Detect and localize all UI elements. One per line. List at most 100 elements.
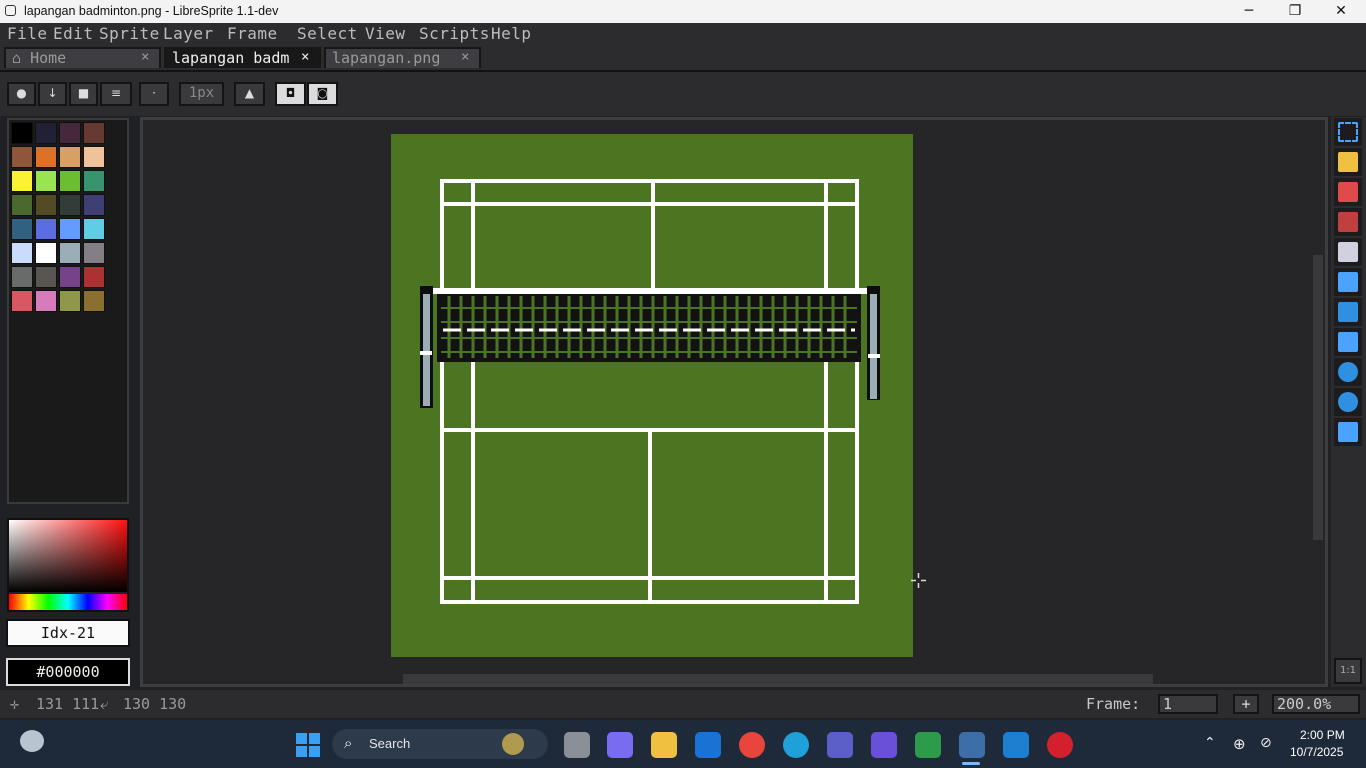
paint-bucket-icon[interactable] bbox=[1334, 298, 1362, 326]
palette-swatch[interactable] bbox=[11, 122, 33, 144]
app-icon-1[interactable] bbox=[871, 732, 897, 758]
move-icon[interactable] bbox=[1334, 268, 1362, 296]
taskbar-search-box[interactable]: ⌕ Search bbox=[332, 729, 548, 759]
frame-field[interactable]: 1 bbox=[1158, 694, 1218, 714]
palette-swatch[interactable] bbox=[83, 170, 105, 192]
minimize-button[interactable]: ─ bbox=[1226, 0, 1272, 23]
libresprite-taskbar-icon[interactable] bbox=[959, 732, 985, 758]
menu-view[interactable]: View bbox=[365, 24, 406, 43]
close-tab-lapangan-icon[interactable]: × bbox=[461, 49, 469, 65]
clock-time[interactable]: 2:00 PM bbox=[1300, 728, 1345, 742]
color-index-field[interactable]: Idx-21 bbox=[6, 619, 130, 647]
brush-shape-icon[interactable]: ■ bbox=[69, 82, 98, 106]
close-tab-home-icon[interactable]: × bbox=[141, 49, 149, 65]
color-picker[interactable] bbox=[7, 518, 129, 612]
palette-swatch[interactable] bbox=[35, 218, 57, 240]
vertical-scrollbar[interactable] bbox=[1313, 255, 1323, 540]
close-tab-active-icon[interactable]: × bbox=[301, 49, 309, 65]
symmetry-icon[interactable]: ◙ bbox=[307, 82, 338, 106]
brush-down-icon[interactable]: ↓ bbox=[38, 82, 67, 106]
tab-lapangan[interactable]: lapangan.png × bbox=[324, 47, 481, 68]
contour-icon[interactable] bbox=[1334, 388, 1362, 416]
palette-swatch[interactable] bbox=[35, 242, 57, 264]
copilot-icon[interactable] bbox=[607, 732, 633, 758]
app-icon-2[interactable] bbox=[915, 732, 941, 758]
zoom-icon[interactable] bbox=[1334, 238, 1362, 266]
actual-size-button[interactable]: 1:1 bbox=[1334, 658, 1362, 684]
saturation-value-area[interactable] bbox=[9, 520, 127, 592]
weather-icon[interactable] bbox=[20, 730, 44, 752]
maximize-button[interactable]: ❐ bbox=[1272, 0, 1318, 23]
palette-swatch[interactable] bbox=[59, 242, 81, 264]
horizontal-scrollbar[interactable] bbox=[403, 674, 1153, 684]
palette-swatch[interactable] bbox=[83, 218, 105, 240]
palette-swatch[interactable] bbox=[35, 290, 57, 312]
menu-help[interactable]: Help bbox=[491, 24, 532, 43]
palette-swatch[interactable] bbox=[83, 242, 105, 264]
palette-swatch[interactable] bbox=[35, 146, 57, 168]
sprite-canvas[interactable] bbox=[391, 134, 913, 657]
palette-swatch[interactable] bbox=[11, 218, 33, 240]
palette-swatch[interactable] bbox=[59, 266, 81, 288]
palette-swatch[interactable] bbox=[83, 266, 105, 288]
palette-swatch[interactable] bbox=[83, 122, 105, 144]
menu-scripts[interactable]: Scripts bbox=[419, 24, 490, 43]
language-icon[interactable]: ⊕ bbox=[1233, 735, 1246, 753]
show-hidden-icons[interactable]: ⌃ bbox=[1204, 735, 1216, 751]
hue-slider[interactable] bbox=[9, 594, 127, 610]
pixel-perfect-icon[interactable]: ◘ bbox=[275, 82, 306, 106]
task-view-icon[interactable] bbox=[564, 732, 590, 758]
menu-edit[interactable]: Edit bbox=[53, 24, 94, 43]
chrome-icon[interactable] bbox=[739, 732, 765, 758]
menu-frame[interactable]: Frame bbox=[227, 24, 278, 43]
palette-swatch[interactable] bbox=[59, 146, 81, 168]
clock-date[interactable]: 10/7/2025 bbox=[1290, 745, 1343, 759]
menu-file[interactable]: File bbox=[7, 24, 48, 43]
palette-swatch[interactable] bbox=[11, 170, 33, 192]
menu-select[interactable]: Select bbox=[297, 24, 358, 43]
network-icon[interactable]: ⊘ bbox=[1260, 735, 1272, 751]
zoom-field[interactable]: 200.0% bbox=[1272, 694, 1360, 714]
palette-swatch[interactable] bbox=[11, 146, 33, 168]
palette-swatch[interactable] bbox=[35, 122, 57, 144]
palette-swatch[interactable] bbox=[59, 170, 81, 192]
palette-swatch[interactable] bbox=[83, 146, 105, 168]
tab-lapangan-badminton[interactable]: lapangan badm × bbox=[164, 47, 321, 68]
palette-swatch[interactable] bbox=[35, 170, 57, 192]
opera-icon[interactable] bbox=[1047, 732, 1073, 758]
ellipse-icon[interactable] bbox=[1334, 358, 1362, 386]
edge-icon[interactable] bbox=[783, 732, 809, 758]
close-window-button[interactable]: ✕ bbox=[1318, 0, 1364, 23]
palette-swatch[interactable] bbox=[83, 194, 105, 216]
palette-swatch[interactable] bbox=[59, 290, 81, 312]
eyedropper-icon[interactable] bbox=[1334, 208, 1362, 236]
palette-swatch[interactable] bbox=[83, 290, 105, 312]
spray-icon[interactable] bbox=[1334, 418, 1362, 446]
palette-swatch[interactable] bbox=[35, 194, 57, 216]
tab-home[interactable]: ⌂ Home × bbox=[4, 47, 161, 68]
palette-swatch[interactable] bbox=[35, 266, 57, 288]
rectangular-marquee-icon[interactable] bbox=[1334, 118, 1362, 146]
menu-sprite[interactable]: Sprite bbox=[99, 24, 160, 43]
line-icon[interactable] bbox=[1334, 328, 1362, 356]
vscode-icon[interactable] bbox=[1003, 732, 1029, 758]
brush-type-icon[interactable]: ● bbox=[7, 82, 36, 106]
pencil-icon[interactable] bbox=[1334, 148, 1362, 176]
brush-size-field[interactable]: 1px bbox=[179, 82, 224, 106]
palette-swatch[interactable] bbox=[11, 290, 33, 312]
teams-icon[interactable] bbox=[827, 732, 853, 758]
palette-swatch[interactable] bbox=[59, 194, 81, 216]
eraser-icon[interactable] bbox=[1334, 178, 1362, 206]
outlook-icon[interactable] bbox=[695, 732, 721, 758]
palette-swatch[interactable] bbox=[11, 266, 33, 288]
menu-layer[interactable]: Layer bbox=[163, 24, 214, 43]
file-explorer-icon[interactable] bbox=[651, 732, 677, 758]
color-hex-field[interactable]: #000000 bbox=[6, 658, 130, 686]
palette-swatch[interactable] bbox=[59, 218, 81, 240]
add-frame-button[interactable]: + bbox=[1233, 694, 1259, 714]
brush-options-icon[interactable]: ≡ bbox=[100, 82, 132, 106]
start-icon[interactable] bbox=[296, 733, 320, 757]
palette-swatch[interactable] bbox=[11, 242, 33, 264]
palette-swatch[interactable] bbox=[59, 122, 81, 144]
palette-swatch[interactable] bbox=[11, 194, 33, 216]
